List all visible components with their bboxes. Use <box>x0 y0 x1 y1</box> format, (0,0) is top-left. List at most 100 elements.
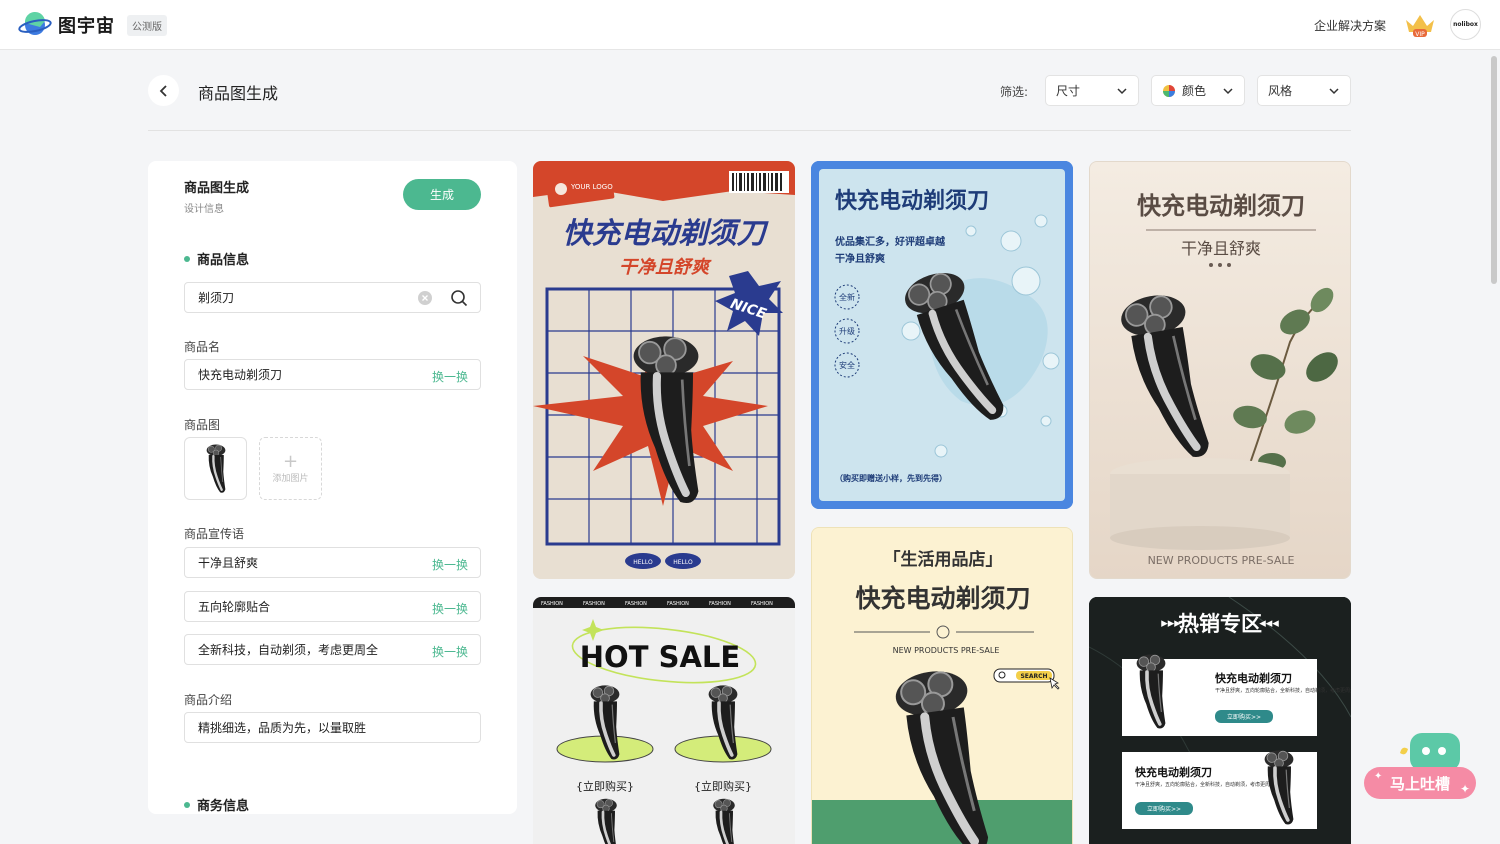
page-scrollbar[interactable] <box>1491 56 1497 284</box>
product-name-label: 商品名 <box>184 340 221 354</box>
intro-value: 精挑细选，品质为先，以量取胜 <box>198 721 367 735</box>
your-logo-text: YOUR LOGO <box>570 183 613 191</box>
chevron-down-icon <box>1329 88 1339 95</box>
section-dot <box>184 801 190 808</box>
hello-badge: HELLO <box>673 559 693 566</box>
swap-name-button[interactable]: 换一换 <box>432 368 468 385</box>
search-graphic-text: SEARCH <box>1020 673 1047 680</box>
panel-subtitle: 设计信息 <box>184 204 224 215</box>
product-info-heading: 商品信息 <box>184 249 249 268</box>
fashion-ribbon: FASHION <box>709 601 731 607</box>
style-filter-select[interactable]: 风格 <box>1257 75 1351 106</box>
retro-poster: YOUR LOGO 快充电动剃须刀 干净且舒爽 NICE HELLO HELLO <box>533 161 795 579</box>
hotzone-item-title: 快充电动剃须刀 <box>1214 671 1292 685</box>
feedback-graphic: ✦ ✦ 马上吐槽 <box>1364 733 1476 799</box>
intro-field[interactable]: 精挑细选，品质为先，以量取胜 <box>184 712 481 743</box>
store-tag: 「生活用品店」 <box>884 549 1003 570</box>
arrow-left-icon: ◂◂◂ <box>1259 616 1279 631</box>
water-tag: 全新 <box>839 292 855 302</box>
filter-label: 筛选: <box>1000 85 1029 99</box>
chevron-down-icon <box>1223 88 1233 95</box>
swap-slogan-button[interactable]: 换一换 <box>432 600 468 617</box>
size-filter-select[interactable]: 尺寸 <box>1045 75 1139 106</box>
logo-circle-icon <box>555 183 567 195</box>
generate-button[interactable]: 生成 <box>403 179 481 210</box>
slogan-field-1[interactable]: 干净且舒爽 换一换 <box>184 547 481 578</box>
add-image-button[interactable]: + 添加图片 <box>259 437 322 500</box>
page-title: 商品图生成 <box>198 84 279 103</box>
size-filter-label: 尺寸 <box>1056 84 1081 98</box>
product-name-value: 快充电动剃须刀 <box>198 368 283 382</box>
hotzone-title: 热销专区 <box>1178 612 1262 636</box>
plant-footer: NEW PRODUCTS PRE-SALE <box>1148 554 1295 567</box>
vip-crown-icon[interactable]: VIP <box>1404 12 1436 38</box>
planet-logo-icon <box>18 11 52 35</box>
avatar[interactable]: nolibox <box>1450 9 1481 40</box>
swap-slogan-button[interactable]: 换一换 <box>432 556 468 573</box>
search-icon[interactable] <box>450 289 468 307</box>
slogan-label: 商品宣传语 <box>184 527 245 541</box>
result-card-plant[interactable]: 快充电动剃须刀 干净且舒爽 NEW PRODUCTS PRE-SALE <box>1089 161 1351 579</box>
fashion-ribbon: FASHION <box>625 601 647 607</box>
top-bar: 图宇宙 公测版 企业解决方案 VIP nolibox <box>0 0 1500 50</box>
hotzone-buy-button: 立即购买>> <box>1147 805 1181 813</box>
buy-now-label: {立即购买} <box>576 779 634 793</box>
plant-subtitle: 干净且舒爽 <box>1181 239 1261 258</box>
vip-text: VIP <box>1415 31 1425 38</box>
product-image-thumb[interactable] <box>184 437 247 500</box>
clear-icon[interactable] <box>418 291 432 305</box>
plus-icon: + <box>282 451 299 472</box>
slogan-field-2[interactable]: 五向轮廓贴合 换一换 <box>184 591 481 622</box>
result-card-retro[interactable]: YOUR LOGO 快充电动剃须刀 干净且舒爽 NICE HELLO HELLO <box>533 161 795 579</box>
hotzone-item-desc: 干净且舒爽，五向轮廓贴合，全新科技，自动剃须，考虑更周全 <box>1135 781 1275 788</box>
hotzone-poster: ▸▸▸ ◂◂◂ 热销专区 快充电动剃须刀 干净且舒爽，五向轮廓贴合，全新科技，自… <box>1089 597 1351 844</box>
back-button[interactable] <box>148 75 179 106</box>
panel-title: 商品图生成 <box>184 181 250 196</box>
hotzone-item-desc: 干净且舒爽，五向轮廓贴合，全新科技，自动剃须，考虑更周全 <box>1215 687 1351 694</box>
hello-badge: HELLO <box>633 559 653 566</box>
add-image-label: 添加图片 <box>272 474 309 484</box>
result-card-water[interactable]: 快充电动剃须刀 优品集汇多，好评超卓越 干净且舒爽 全新 升级 安全 （购买即赠… <box>811 161 1073 509</box>
fashion-ribbon: FASHION <box>751 601 773 607</box>
chevron-left-icon <box>159 84 167 97</box>
business-info-label: 商务信息 <box>197 799 250 814</box>
chevron-down-icon <box>1117 88 1127 95</box>
water-title: 快充电动剃须刀 <box>835 188 989 214</box>
product-name-field[interactable]: 快充电动剃须刀 换一换 <box>184 359 481 390</box>
feedback-widget[interactable]: ✦ ✦ 马上吐槽 <box>1364 733 1476 799</box>
enterprise-solutions-link[interactable]: 企业解决方案 <box>1314 17 1386 34</box>
color-filter-label: 颜色 <box>1182 84 1207 98</box>
hotsale-title: HOT SALE <box>580 640 740 674</box>
feedback-label: 马上吐槽 <box>1390 775 1450 793</box>
slogan-field-3[interactable]: 全新科技，自动剃须，考虑更周全 换一换 <box>184 634 481 665</box>
color-filter-select[interactable]: 颜色 <box>1151 75 1245 106</box>
app-logo[interactable]: 图宇宙 公测版 <box>18 11 167 39</box>
hotsale-poster: FASHION FASHION FASHION FASHION FASHION … <box>533 597 795 844</box>
store-title: 快充电动剃须刀 <box>855 584 1030 613</box>
business-info-heading: 商务信息 <box>184 795 249 814</box>
sparkle-icon: ✦ <box>1460 782 1470 796</box>
product-info-label: 商品信息 <box>197 253 250 268</box>
design-info-panel: 商品图生成 设计信息 生成 商品信息 剃须刀 商品名 快充电动剃须刀 换一换 商… <box>148 161 517 814</box>
slogan-value: 全新科技，自动剃须，考虑更周全 <box>198 643 379 657</box>
plant-title: 快充电动剃须刀 <box>1137 192 1305 220</box>
water-line-1: 优品集汇多，好评超卓越 <box>835 235 946 248</box>
fashion-ribbon: FASHION <box>583 601 605 607</box>
water-tag: 安全 <box>839 360 855 370</box>
water-poster: 快充电动剃须刀 优品集汇多，好评超卓越 干净且舒爽 全新 升级 安全 （购买即赠… <box>811 161 1073 509</box>
result-card-hotsale[interactable]: FASHION FASHION FASHION FASHION FASHION … <box>533 597 795 844</box>
result-card-hotzone[interactable]: ▸▸▸ ◂◂◂ 热销专区 快充电动剃须刀 干净且舒爽，五向轮廓贴合，全新科技，自… <box>1089 597 1351 844</box>
swap-slogan-button[interactable]: 换一换 <box>432 643 468 660</box>
fashion-ribbon: FASHION <box>667 601 689 607</box>
plant-poster: 快充电动剃须刀 干净且舒爽 NEW PRODUCTS PRE-SALE <box>1090 162 1350 578</box>
water-line-2: 干净且舒爽 <box>835 252 885 265</box>
result-card-store[interactable]: 「生活用品店」 快充电动剃须刀 NEW PRODUCTS PRE-SALE SE… <box>811 527 1073 844</box>
slogan-value: 干净且舒爽 <box>198 556 259 570</box>
app-name: 图宇宙 <box>58 16 115 37</box>
product-image-label: 商品图 <box>184 418 221 432</box>
fashion-ribbon: FASHION <box>541 601 563 607</box>
product-search-input[interactable]: 剃须刀 <box>184 282 481 313</box>
barcode-icon <box>729 171 789 193</box>
water-tag: 升级 <box>839 326 855 336</box>
beta-badge: 公测版 <box>127 14 167 36</box>
